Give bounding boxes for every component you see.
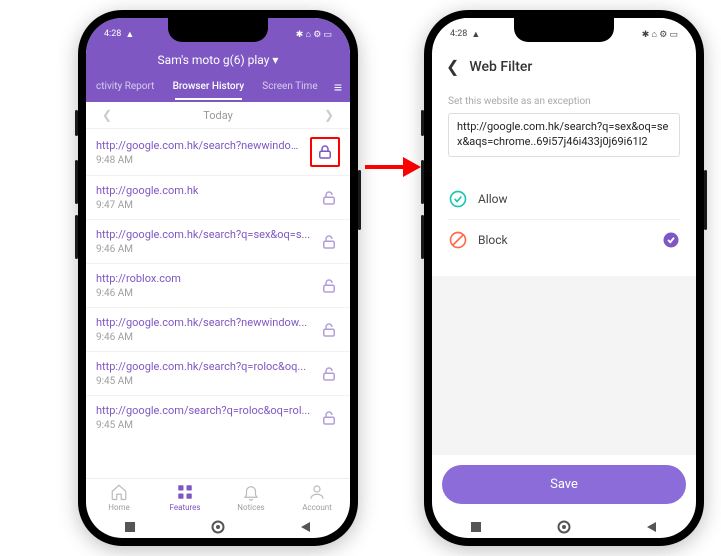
bottom-nav: Home Features Notices Account xyxy=(86,478,350,514)
status-time: 4:28 xyxy=(104,29,121,39)
nav-notices-label: Notices xyxy=(237,503,264,512)
date-next-icon[interactable]: ❯ xyxy=(318,108,340,122)
list-item[interactable]: http://google.com/search?q=roloc&oq=rol.… xyxy=(86,396,350,439)
arrow-icon xyxy=(365,155,421,179)
list-item[interactable]: http://google.com.hk/search?q=roloc&oq..… xyxy=(86,352,350,396)
selected-check-icon xyxy=(662,231,680,249)
android-back-icon[interactable] xyxy=(299,520,313,534)
device-selector[interactable]: Sam's moto g(6) play ▾ xyxy=(86,51,350,73)
lock-icon[interactable] xyxy=(310,137,340,167)
nav-home[interactable]: Home xyxy=(86,483,152,512)
page-header: ❮ Web Filter xyxy=(432,47,696,86)
history-time: 9:46 AM xyxy=(96,332,312,343)
history-time: 9:45 AM xyxy=(96,420,312,431)
android-home-icon[interactable] xyxy=(557,520,571,534)
tab-browser-history[interactable]: Browser History xyxy=(167,75,251,100)
lock-icon[interactable] xyxy=(318,187,340,209)
status-time: 4:28 xyxy=(450,29,467,39)
history-time: 9:46 AM xyxy=(96,244,312,255)
nav-notices[interactable]: Notices xyxy=(218,483,284,512)
history-time: 9:45 AM xyxy=(96,376,312,387)
list-item[interactable]: http://roblox.com 9:46 AM xyxy=(86,264,350,308)
option-allow[interactable]: Allow xyxy=(448,179,680,219)
url-input[interactable]: http://google.com.hk/search?q=sex&oq=sex… xyxy=(448,113,680,157)
lock-icon[interactable] xyxy=(318,319,340,341)
date-prev-icon[interactable]: ❮ xyxy=(96,108,118,122)
nav-features[interactable]: Features xyxy=(152,483,218,512)
lock-icon[interactable] xyxy=(318,407,340,429)
tab-screen-time[interactable]: Screen Time xyxy=(256,75,323,100)
nav-home-label: Home xyxy=(108,503,130,512)
hint-text: Set this website as an exception xyxy=(448,96,680,107)
android-back-icon[interactable] xyxy=(645,520,659,534)
status-icons: ✱ ⌂ ⚙ ▭ xyxy=(296,29,332,40)
android-nav xyxy=(86,514,350,538)
allow-label: Allow xyxy=(478,192,508,206)
history-time: 9:46 AM xyxy=(96,288,312,299)
history-url: http://google.com.hk/search?q=sex&oq=s..… xyxy=(96,228,312,241)
spacer xyxy=(432,276,696,455)
history-list: http://google.com.hk/search?newwindow...… xyxy=(86,129,350,478)
history-time: 9:47 AM xyxy=(96,200,312,211)
list-item[interactable]: http://google.com.hk/search?newwindow...… xyxy=(86,129,350,176)
status-warn-icon: ▲ xyxy=(471,29,480,40)
check-circle-icon xyxy=(448,189,468,209)
block-circle-icon xyxy=(448,230,468,250)
history-url: http://roblox.com xyxy=(96,272,312,285)
status-icons: ✱ ⌂ ⚙ ▭ xyxy=(642,29,678,40)
save-button[interactable]: Save xyxy=(442,465,686,504)
android-home-icon[interactable] xyxy=(211,520,225,534)
android-recent-icon[interactable] xyxy=(469,520,483,534)
lock-icon[interactable] xyxy=(318,363,340,385)
back-icon[interactable]: ❮ xyxy=(446,57,459,76)
history-url: http://google.com.hk xyxy=(96,184,312,197)
history-url: http://google.com/search?q=roloc&oq=rol.… xyxy=(96,404,312,417)
phone-right: 4:28 ▲ ✱ ⌂ ⚙ ▭ ❮ Web Filter Set this web… xyxy=(424,10,704,546)
status-warn-icon: ▲ xyxy=(125,29,134,40)
option-block[interactable]: Block xyxy=(448,220,680,260)
list-item[interactable]: http://google.com.hk 9:47 AM xyxy=(86,176,350,220)
nav-account-label: Account xyxy=(302,503,332,512)
history-url: http://google.com.hk/search?q=roloc&oq..… xyxy=(96,360,312,373)
tab-activity-report[interactable]: ctivity Report xyxy=(90,75,160,100)
list-item[interactable]: http://google.com.hk/search?q=sex&oq=s..… xyxy=(86,220,350,264)
nav-features-label: Features xyxy=(170,503,201,512)
date-label: Today xyxy=(203,109,233,122)
list-item[interactable]: http://google.com.hk/search?newwindow...… xyxy=(86,308,350,352)
phone-left: 4:28 ▲ ✱ ⌂ ⚙ ▭ Sam's moto g(6) play ▾ ct… xyxy=(78,10,358,546)
menu-icon[interactable]: ≡ xyxy=(330,73,346,102)
block-label: Block xyxy=(478,233,508,247)
lock-icon[interactable] xyxy=(318,275,340,297)
app-header: Sam's moto g(6) play ▾ ctivity Report Br… xyxy=(86,47,350,102)
android-recent-icon[interactable] xyxy=(123,520,137,534)
android-nav xyxy=(432,514,696,538)
history-url: http://google.com.hk/search?newwindow... xyxy=(96,316,312,329)
page-title: Web Filter xyxy=(469,59,532,75)
lock-icon[interactable] xyxy=(318,231,340,253)
date-navigator: ❮ Today ❯ xyxy=(86,102,350,129)
nav-account[interactable]: Account xyxy=(284,483,350,512)
history-url: http://google.com.hk/search?newwindow... xyxy=(96,139,304,152)
history-time: 9:48 AM xyxy=(96,155,304,166)
